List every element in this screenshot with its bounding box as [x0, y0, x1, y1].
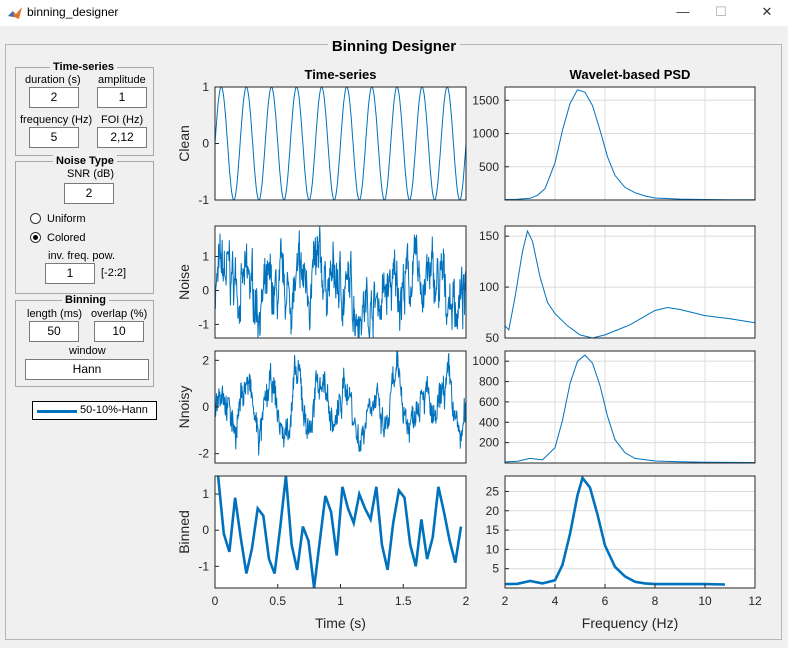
y-tick-label: 15 [486, 523, 500, 537]
y-tick-label: 1 [202, 250, 209, 264]
chart-1 [214, 86, 467, 201]
x-tick-label: 0 [212, 594, 219, 608]
y-tick-label: 0 [202, 137, 209, 151]
chart-3 [214, 225, 467, 339]
y-tick-label: 0 [202, 400, 209, 414]
x-tick-label: 2 [502, 594, 509, 608]
y-tick-label: 50 [486, 331, 500, 345]
x-tick-label: 1.5 [395, 594, 412, 608]
x-tick-label: 8 [652, 594, 659, 608]
plot-background [215, 476, 466, 588]
y-tick-label: 20 [486, 504, 500, 518]
y-axis-label: Noise [176, 264, 192, 300]
y-axis-label: Binned [176, 510, 192, 554]
x-tick-label: 6 [602, 594, 609, 608]
x-tick-label: 12 [748, 594, 762, 608]
y-tick-label: 100 [479, 280, 499, 294]
plots-area: -101Time-seriesClean50010001500Wavelet-b… [176, 67, 762, 631]
chart-2 [504, 86, 756, 201]
y-tick-label: 5 [492, 562, 499, 576]
chart-7 [214, 475, 467, 589]
y-tick-label: 800 [479, 375, 499, 389]
chart-6 [504, 350, 756, 464]
y-tick-label: 200 [479, 436, 499, 450]
y-tick-label: 10 [486, 542, 500, 556]
y-tick-label: -2 [198, 447, 209, 461]
x-tick-label: 0.5 [269, 594, 286, 608]
y-tick-label: 1000 [472, 127, 499, 141]
plot-background [505, 476, 755, 588]
y-tick-label: 25 [486, 484, 500, 498]
chart-title: Wavelet-based PSD [570, 67, 691, 82]
chart-8 [504, 475, 756, 589]
x-tick-label: 1 [337, 594, 344, 608]
y-tick-label: 150 [479, 229, 499, 243]
y-tick-label: -1 [198, 193, 209, 207]
x-axis-label: Frequency (Hz) [582, 615, 678, 631]
y-tick-label: 1000 [472, 354, 499, 368]
y-axis-label: Clean [176, 125, 192, 162]
y-tick-label: 0 [202, 283, 209, 297]
y-tick-label: 400 [479, 415, 499, 429]
x-tick-label: 4 [552, 594, 559, 608]
y-tick-label: 1 [202, 487, 209, 501]
y-tick-label: 0 [202, 523, 209, 537]
plot-background [505, 226, 755, 338]
y-tick-label: 600 [479, 395, 499, 409]
y-axis-label: Nnoisy [176, 386, 192, 429]
y-tick-label: 1500 [472, 93, 499, 107]
y-tick-label: -1 [198, 559, 209, 573]
plot-background [505, 87, 755, 200]
chart-5 [214, 350, 467, 464]
y-tick-label: 500 [479, 160, 499, 174]
y-tick-label: -1 [198, 317, 209, 331]
x-axis-label: Time (s) [315, 615, 366, 631]
y-tick-label: 1 [202, 80, 209, 94]
x-tick-label: 2 [463, 594, 470, 608]
y-tick-label: 2 [202, 353, 209, 367]
plot-background [505, 351, 755, 463]
chart-title: Time-series [304, 67, 376, 82]
chart-4 [504, 225, 756, 339]
x-tick-label: 10 [698, 594, 712, 608]
